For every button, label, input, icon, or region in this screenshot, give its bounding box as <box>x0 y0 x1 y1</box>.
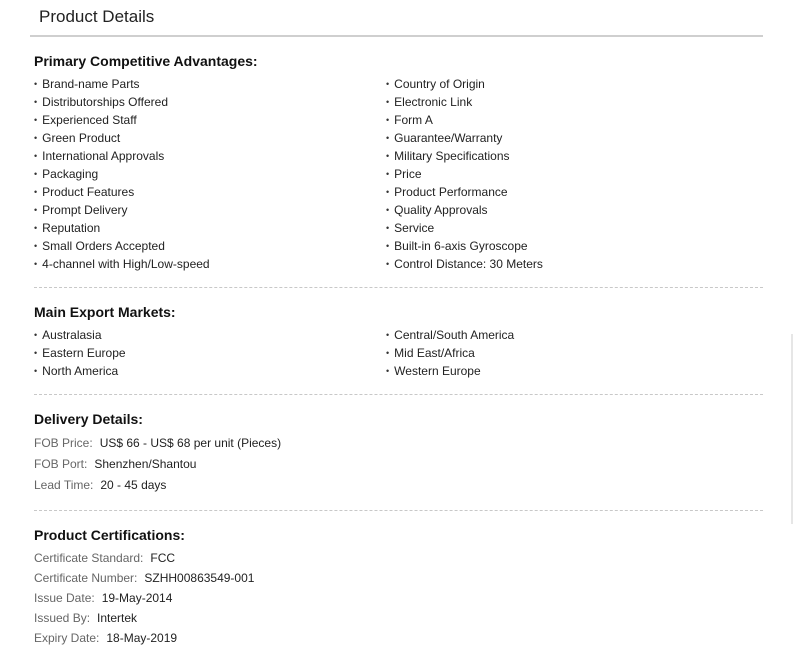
page-header: Product Details <box>30 0 763 37</box>
lead-time-row: Lead Time: 20 - 45 days <box>34 478 166 492</box>
list-item: Small Orders Accepted <box>34 237 210 255</box>
list-item: Electronic Link <box>386 93 543 111</box>
markets-section: Main Export Markets: Australasia Eastern… <box>34 303 763 382</box>
delivery-heading: Delivery Details: <box>34 411 143 427</box>
fob-port-row: FOB Port: Shenzhen/Shantou <box>34 457 196 471</box>
list-item: Product Features <box>34 183 210 201</box>
list-item: 4-channel with High/Low-speed <box>34 255 209 273</box>
list-item: Distributorships Offered <box>34 93 210 111</box>
list-item: Brand-name Parts <box>34 75 210 93</box>
expiry-date-value: 18-May-2019 <box>106 631 178 645</box>
list-item: Service <box>386 219 543 237</box>
fob-price-label: FOB Price: <box>34 436 93 450</box>
expiry-date-label: Expiry Date: <box>34 631 100 645</box>
list-item: Mid East/Africa <box>386 344 514 362</box>
issue-date-label: Issue Date: <box>34 591 95 605</box>
list-item: Packaging <box>34 165 210 183</box>
list-item: Quality Approvals <box>386 201 543 219</box>
certificate-number-value: SZHH00863549-001 <box>144 571 255 585</box>
issue-date-row: Issue Date: 19-May-2014 <box>34 591 172 605</box>
certifications-heading: Product Certifications: <box>34 527 185 543</box>
fob-port-value: Shenzhen/Shantou <box>94 457 197 471</box>
list-item: Green Product <box>34 129 210 147</box>
list-item: Military Specifications <box>386 147 543 165</box>
section-divider <box>34 394 763 395</box>
list-item: Form A <box>386 111 543 129</box>
delivery-section: Delivery Details: FOB Price: US$ 66 - US$… <box>34 410 763 492</box>
issued-by-value: Intertek <box>97 611 138 625</box>
certificate-standard-label: Certificate Standard: <box>34 551 144 565</box>
list-item: Central/South America <box>386 326 514 344</box>
section-divider <box>34 510 763 511</box>
section-divider <box>34 287 763 288</box>
lead-time-value: 20 - 45 days <box>100 478 167 492</box>
issue-date-value: 19-May-2014 <box>101 591 173 605</box>
list-item: International Approvals <box>34 147 210 165</box>
list-item: Product Performance <box>386 183 543 201</box>
advantages-heading: Primary Competitive Advantages: <box>34 53 258 69</box>
markets-heading: Main Export Markets: <box>34 304 176 320</box>
list-item: Country of Origin <box>386 75 543 93</box>
issued-by-label: Issued By: <box>34 611 91 625</box>
list-item: Reputation <box>34 219 210 237</box>
fob-port-label: FOB Port: <box>34 457 88 471</box>
certificate-standard-row: Certificate Standard: FCC <box>34 551 175 565</box>
markets-list: Australasia Eastern Europe North America… <box>34 326 763 382</box>
list-item: Control Distance: 30 Meters <box>386 255 543 273</box>
list-item: Built-in 6-axis Gyroscope <box>386 237 543 255</box>
lead-time-label: Lead Time: <box>34 478 94 492</box>
certificate-number-label: Certificate Number: <box>34 571 138 585</box>
markets-left-column: Australasia Eastern Europe North America <box>34 326 126 380</box>
advantages-left-column: Brand-name Parts Distributorships Offere… <box>34 75 210 273</box>
expiry-date-row: Expiry Date: 18-May-2019 <box>34 631 177 645</box>
fob-price-row: FOB Price: US$ 66 - US$ 68 per unit (Piec… <box>34 436 281 450</box>
page-title: Product Details <box>39 7 155 26</box>
advantages-right-column: Country of Origin Electronic Link Form A… <box>386 75 543 273</box>
list-item: Experienced Staff <box>34 111 210 129</box>
fob-price-value: US$ 66 - US$ 68 per unit (Pieces) <box>99 436 282 450</box>
certificate-number-row: Certificate Number: SZHH00863549-001 <box>34 571 254 585</box>
list-item: Western Europe <box>386 362 514 380</box>
issued-by-row: Issued By: Intertek <box>34 611 137 625</box>
list-item: Price <box>386 165 543 183</box>
list-item: North America <box>34 362 126 380</box>
advantages-list: Brand-name Parts Distributorships Offere… <box>34 75 763 275</box>
list-item: Australasia <box>34 326 126 344</box>
certifications-section: Product Certifications: Certificate Stan… <box>34 526 763 645</box>
certificate-standard-value: FCC <box>150 551 176 565</box>
list-item: Eastern Europe <box>34 344 125 362</box>
list-item: Prompt Delivery <box>34 201 210 219</box>
list-item: Guarantee/Warranty <box>386 129 543 147</box>
markets-right-column: Central/South America Mid East/Africa We… <box>386 326 514 380</box>
advantages-section: Primary Competitive Advantages: Brand-na… <box>34 52 763 275</box>
